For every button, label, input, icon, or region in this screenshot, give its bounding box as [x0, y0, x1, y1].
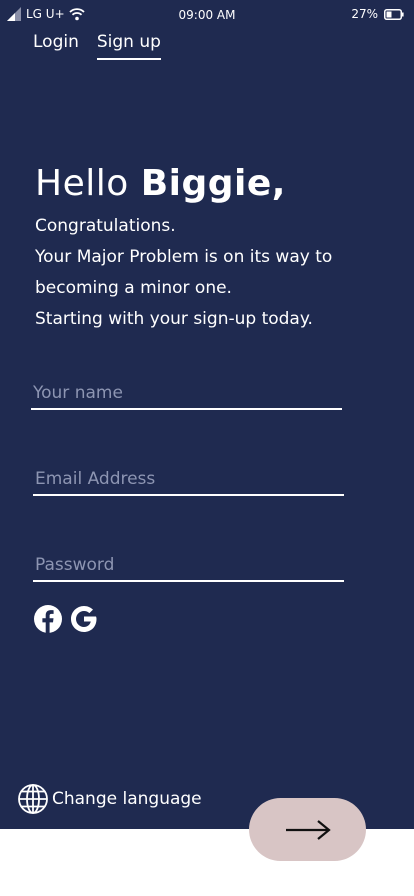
tab-login[interactable]: Login: [33, 32, 79, 60]
next-button[interactable]: [249, 798, 366, 861]
battery-percent: 27%: [351, 7, 378, 21]
greeting-hello: Hello: [35, 163, 129, 204]
arrow-right-icon: [285, 819, 331, 840]
welcome-message: Congratulations. Your Major Problem is o…: [35, 211, 365, 335]
message-line: becoming a minor one.: [35, 278, 232, 298]
signup-screen: LG U+ 09:00 AM 27% Login Sign up Hello B…: [0, 0, 414, 829]
facebook-icon[interactable]: [33, 604, 63, 634]
greeting-title: Hello Biggie,: [35, 163, 286, 204]
social-login: [33, 604, 99, 634]
name-field[interactable]: [31, 378, 342, 410]
status-bar: LG U+ 09:00 AM 27%: [0, 0, 414, 30]
tab-signup[interactable]: Sign up: [96, 32, 161, 60]
message-line: Your Major Problem is on its way to: [35, 247, 333, 267]
google-icon[interactable]: [69, 604, 99, 634]
auth-tabs: Login Sign up: [33, 32, 161, 60]
globe-icon: [18, 784, 48, 814]
change-language-button[interactable]: Change language: [17, 783, 202, 815]
battery-icon: [384, 8, 404, 20]
email-field[interactable]: [33, 464, 344, 496]
message-line: Starting with your sign-up today.: [35, 309, 313, 329]
message-line: Congratulations.: [35, 216, 176, 236]
password-field[interactable]: [33, 550, 344, 582]
change-language-label: Change language: [52, 789, 202, 809]
status-right: 27%: [351, 7, 404, 21]
greeting-name: Biggie,: [140, 163, 286, 204]
